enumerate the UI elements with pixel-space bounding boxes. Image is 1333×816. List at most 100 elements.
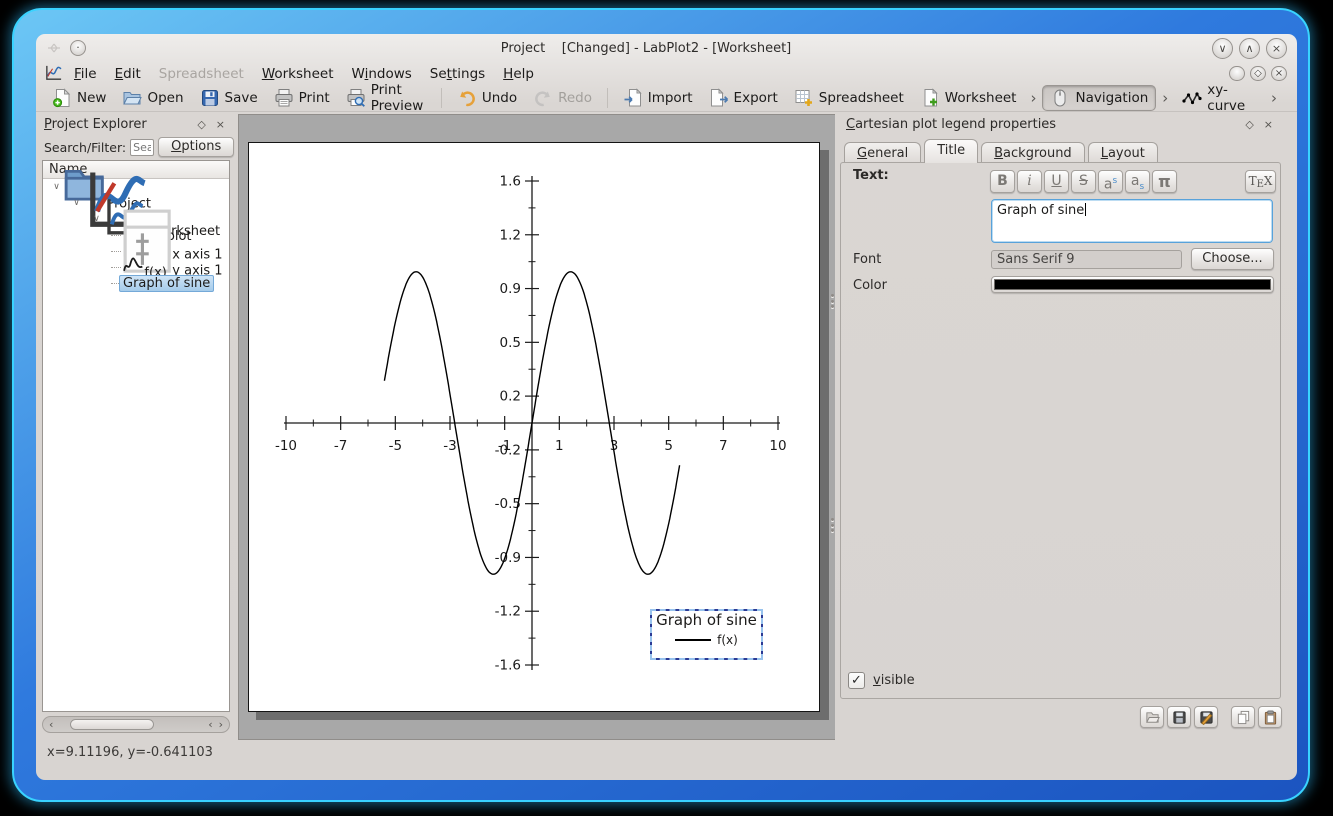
underline-button[interactable]: U [1044, 170, 1069, 193]
document-new-icon [52, 88, 72, 108]
dock-close-icon[interactable]: × [211, 118, 230, 131]
maximize-button[interactable]: ∧ [1239, 38, 1260, 59]
redo-icon [533, 88, 553, 108]
search-filter-row: Search/Filter: Options [44, 136, 230, 158]
text-caret [1085, 203, 1086, 216]
tex-mode-button[interactable]: TEX [1245, 170, 1276, 193]
toolbar-button-label: New [77, 90, 106, 106]
font-color-button[interactable] [991, 276, 1274, 293]
export-button[interactable]: Export [701, 85, 786, 111]
floppy-button[interactable] [1167, 706, 1191, 728]
xy-curve-icon [1182, 88, 1202, 108]
print-preview-button[interactable]: Print Preview [338, 79, 434, 117]
search-input[interactable] [130, 139, 154, 156]
x-tick-label: 7 [719, 438, 728, 454]
toolbar-overflow-icon[interactable]: › [1265, 89, 1283, 107]
floppy-edit-button[interactable] [1194, 706, 1218, 728]
tab-title[interactable]: Title [924, 139, 978, 163]
font-value-field: Sans Serif 9 [991, 250, 1182, 269]
x-tick-label: 1 [555, 438, 564, 454]
import-button[interactable]: Import [615, 85, 701, 111]
navigation-button[interactable]: Navigation [1042, 85, 1156, 111]
desktop-background: · Project [Changed] - LabPlot2 - [Worksh… [0, 0, 1333, 816]
properties-footer-toolbar [1140, 706, 1282, 728]
worksheet-new-icon [920, 88, 940, 108]
dock-detach-icon[interactable]: ◇ [192, 118, 210, 131]
mouse-icon [1050, 88, 1070, 108]
x-tick-label: -7 [334, 438, 347, 454]
undo-button[interactable]: Undo [449, 85, 525, 111]
subscript-button[interactable]: as [1125, 170, 1150, 193]
font-label: Font [853, 252, 881, 267]
expander-icon[interactable]: ∨ [51, 182, 62, 192]
visible-checkbox[interactable]: ✓ [848, 672, 865, 689]
app-indicator-icon [46, 40, 62, 56]
tree-branch-line [111, 251, 121, 252]
y-tick-label: 0.9 [500, 281, 521, 297]
xy-curve-button[interactable]: xy-curve [1174, 79, 1265, 117]
tab-general[interactable]: General [844, 142, 921, 163]
color-label: Color [853, 278, 887, 293]
document-save-icon [200, 88, 220, 108]
superscript-button[interactable]: as [1098, 170, 1123, 193]
legend-title-text-input[interactable]: Graph of sine [991, 199, 1273, 243]
save-button[interactable]: Save [192, 85, 266, 111]
pi-button[interactable]: π [1152, 170, 1177, 193]
plot-legend[interactable]: Graph of sine f(x) [650, 609, 763, 660]
toolbar-overflow-icon[interactable]: › [1156, 89, 1174, 107]
properties-tabbar: GeneralTitleBackgroundLayout [844, 139, 1161, 163]
scrollbar-thumb[interactable] [70, 719, 154, 730]
tab-background[interactable]: Background [981, 142, 1085, 163]
paste-button[interactable] [1258, 706, 1282, 728]
scroll-left-icon[interactable]: ‹ [46, 718, 56, 731]
strikethrough-button[interactable]: S [1071, 170, 1096, 193]
text-field-label: Text: [853, 168, 889, 183]
font-choose-button[interactable]: Choose... [1191, 248, 1274, 270]
doc-load-button[interactable] [1140, 706, 1164, 728]
visible-row: ✓ visible [848, 672, 915, 689]
undo-icon [457, 88, 477, 108]
minimize-button[interactable]: ∨ [1212, 38, 1233, 59]
expander-icon[interactable]: ∨ [91, 214, 102, 224]
splitter-handle[interactable] [831, 294, 834, 308]
toolbar-button-label: Navigation [1075, 90, 1148, 106]
document-open-icon [122, 88, 142, 108]
italic-button[interactable]: i [1017, 170, 1042, 193]
open-button[interactable]: Open [114, 85, 191, 111]
project-explorer-title: Project Explorer [44, 117, 192, 132]
dock-detach-icon[interactable]: ◇ [1240, 118, 1258, 131]
redo-button: Redo [525, 85, 600, 111]
new-button[interactable]: New [44, 85, 114, 111]
page-shadow [820, 150, 829, 720]
tab-layout[interactable]: Layout [1088, 142, 1158, 163]
options-button[interactable]: Options [158, 137, 234, 157]
close-button[interactable]: × [1266, 38, 1287, 59]
scroll-left2-icon[interactable]: ‹ [205, 718, 215, 731]
y-tick-label: 1.6 [500, 174, 521, 190]
x-tick-label: -5 [389, 438, 402, 454]
scroll-right-icon[interactable]: › [216, 718, 226, 731]
tree-horizontal-scrollbar[interactable]: ‹ ‹ › [42, 716, 230, 733]
print-button[interactable]: Print [266, 85, 338, 111]
toolbar-button-label: Open [147, 90, 183, 106]
legend-title: Graph of sine [652, 612, 761, 629]
splitter-handle[interactable] [831, 518, 834, 532]
tree-item-graph-of-sine[interactable]: Graph of sine [43, 275, 229, 291]
dock-close-icon[interactable]: × [1259, 118, 1278, 131]
titlebar-menu-button[interactable]: · [70, 40, 86, 56]
toolbar-button-label: Redo [558, 90, 592, 106]
copy-button[interactable] [1231, 706, 1255, 728]
expander-icon[interactable]: ∨ [71, 198, 82, 208]
y-tick-label: 0.2 [500, 389, 521, 405]
bold-button[interactable]: B [990, 170, 1015, 193]
toolbar-button-label: Save [225, 90, 258, 106]
text-format-toolbar: BiUSasasπ [990, 170, 1177, 193]
titlebar[interactable]: · Project [Changed] - LabPlot2 - [Worksh… [36, 34, 1297, 62]
toolbar-overflow-icon[interactable]: › [1024, 89, 1042, 107]
toolbar-button-label: Worksheet [945, 90, 1017, 106]
spreadsheet-button[interactable]: Spreadsheet [786, 85, 912, 111]
toolbar-button-label: Spreadsheet [819, 90, 904, 106]
legend-line-sample [675, 639, 711, 641]
tree-branch-line [111, 267, 121, 268]
worksheet-button[interactable]: Worksheet [912, 85, 1025, 111]
